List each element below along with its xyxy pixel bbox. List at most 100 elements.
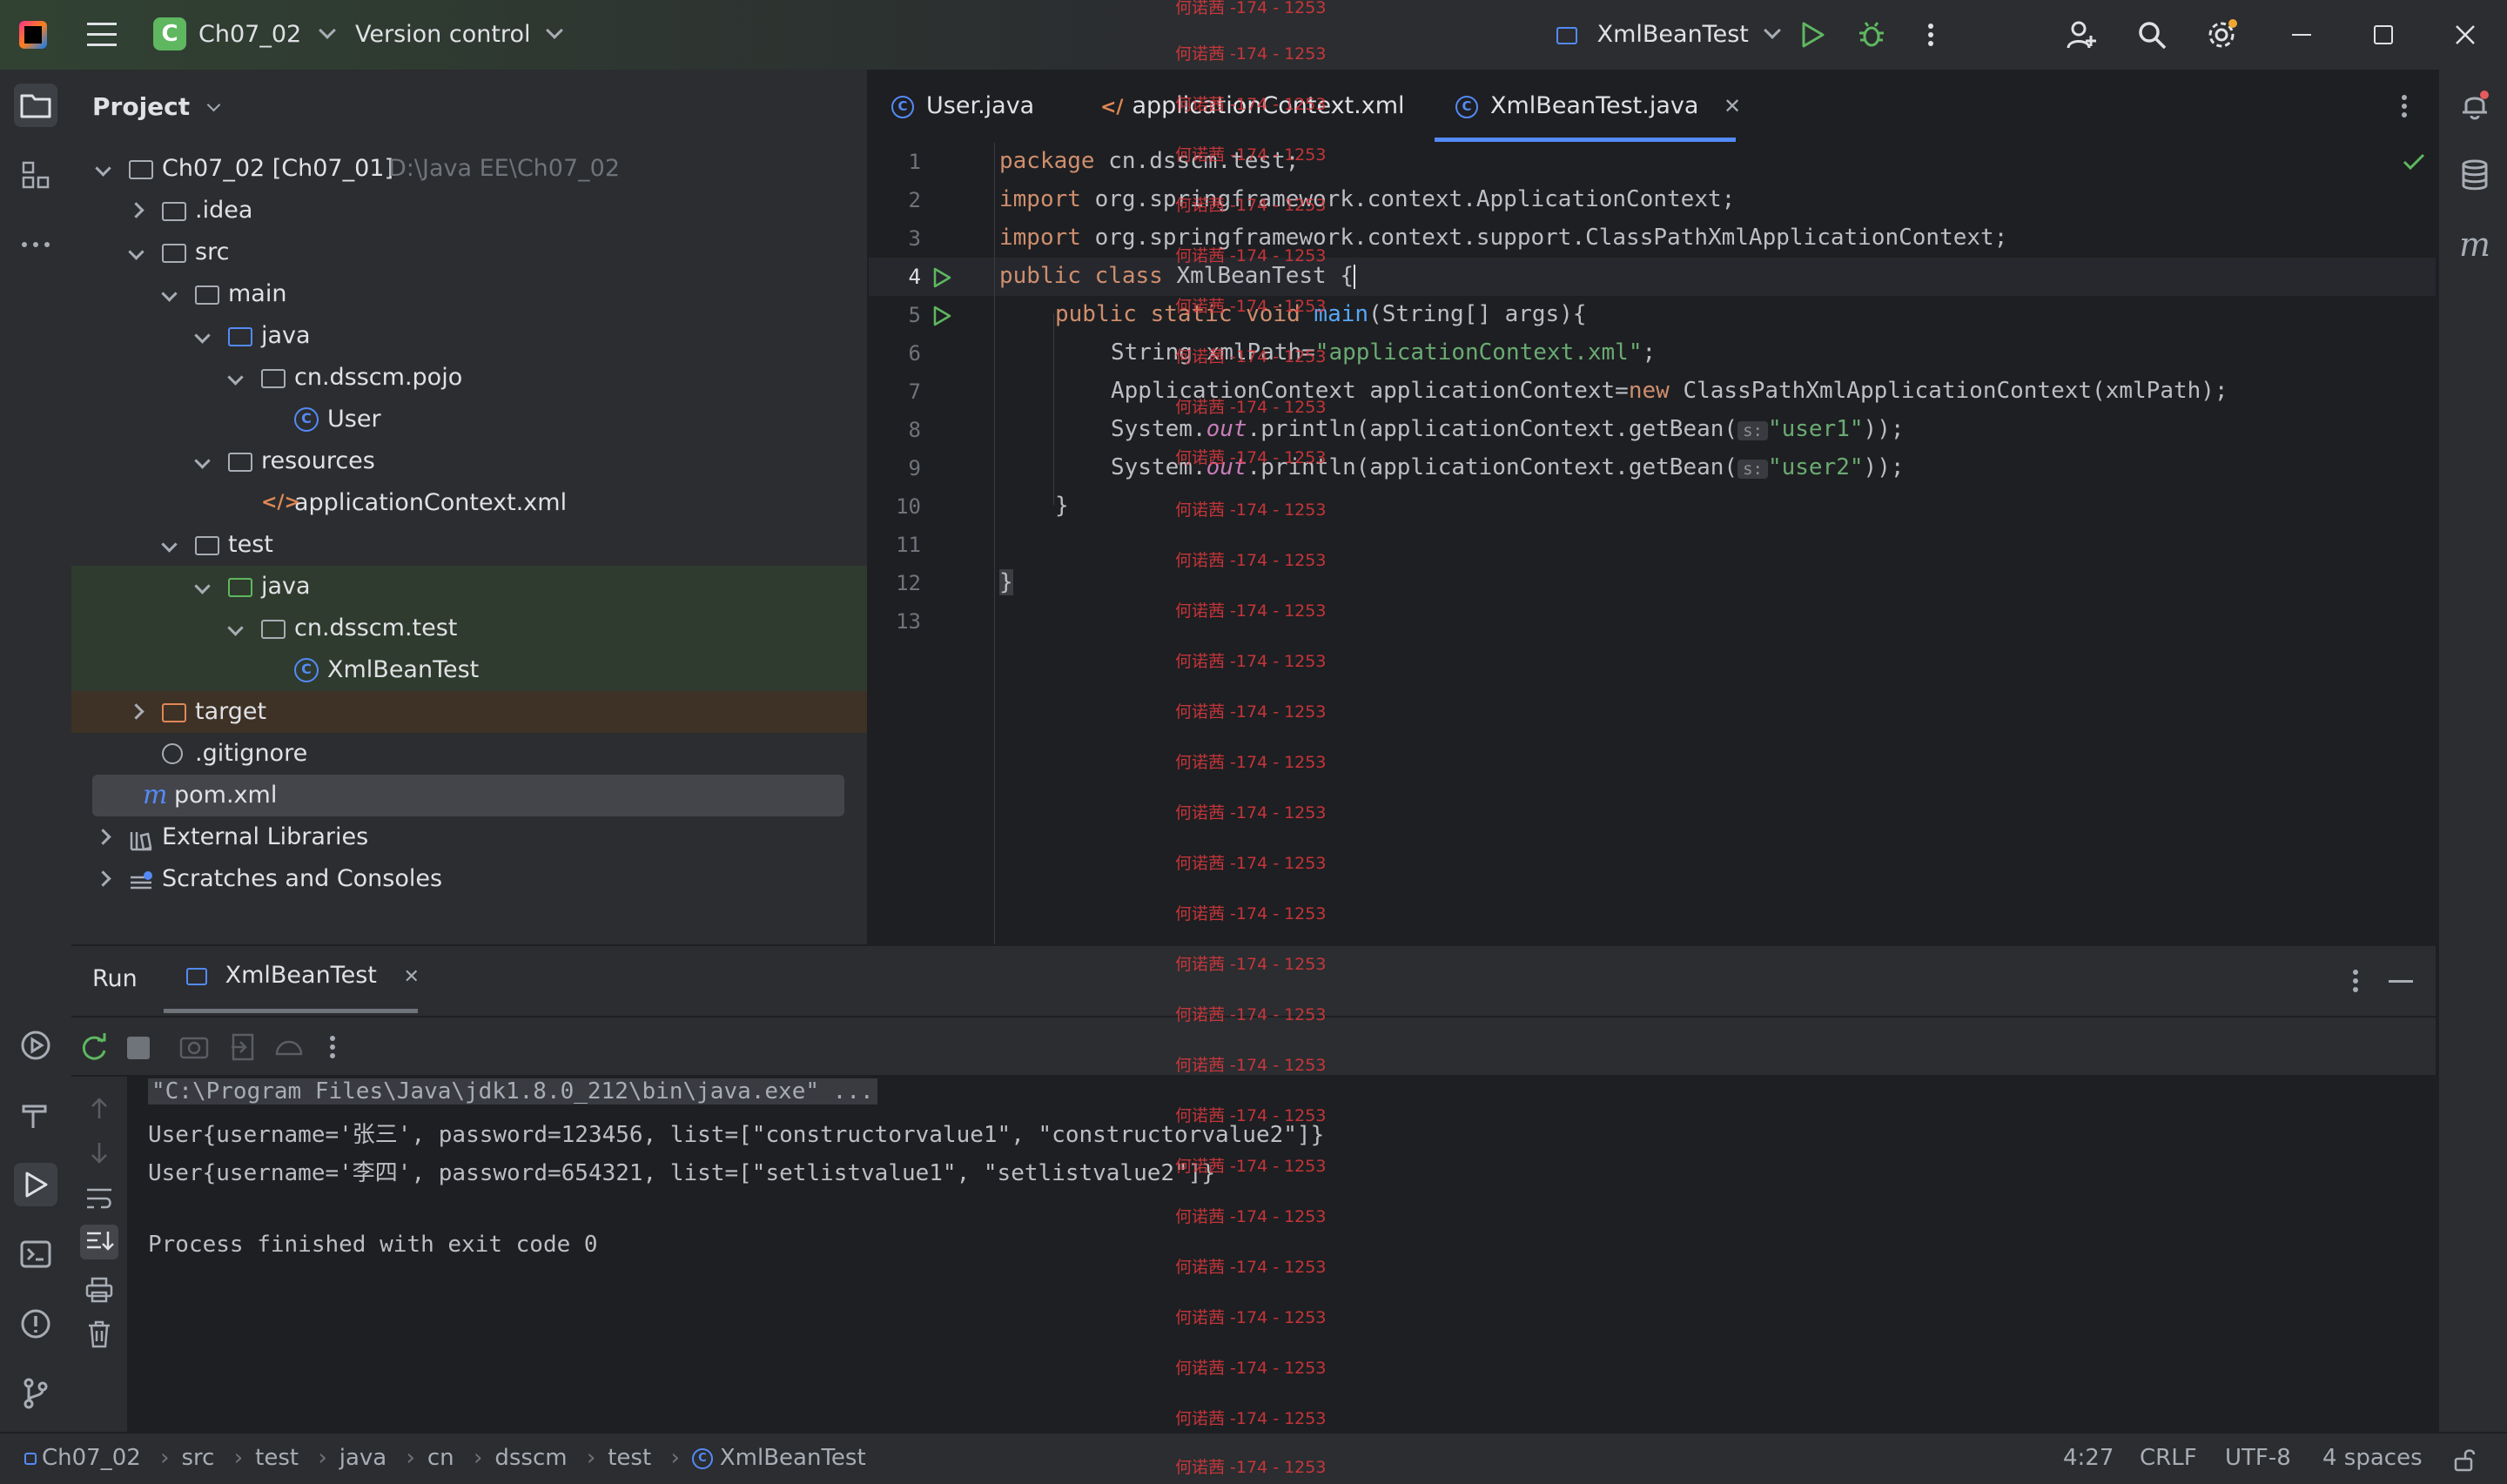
tree-item-external-libraries[interactable]: External Libraries	[71, 816, 867, 858]
watermark-text: 何诺茜 -174 - 1253	[1175, 702, 1327, 722]
stop-icon[interactable]	[127, 1037, 150, 1059]
more-actions-icon[interactable]	[1908, 12, 1953, 57]
vcs-dropdown[interactable]: Version control	[355, 0, 563, 70]
gutter-run-icon[interactable]	[931, 305, 952, 331]
settings-gear-icon[interactable]	[2199, 12, 2244, 57]
file-encoding[interactable]: UTF-8	[2225, 1434, 2291, 1482]
add-user-icon[interactable]	[2060, 12, 2105, 57]
run-tab-xmlbeantest[interactable]: XmlBeanTest ✕	[186, 962, 420, 989]
rerun-icon[interactable]	[78, 1031, 110, 1066]
chevron-down-icon[interactable]	[194, 327, 211, 344]
close-tab-icon[interactable]: ✕	[1724, 94, 1741, 118]
breadcrumb-item[interactable]: java	[339, 1445, 386, 1471]
run-config-dropdown[interactable]: XmlBeanTest	[1556, 0, 1782, 70]
minimize-window-icon[interactable]	[2279, 12, 2324, 57]
line-number: 8	[908, 418, 921, 442]
more-tools-icon[interactable]	[14, 223, 57, 266]
parameter-hint: s:	[1737, 460, 1768, 479]
breadcrumb-item[interactable]: cn	[427, 1445, 454, 1471]
database-tool-icon[interactable]	[2453, 153, 2497, 197]
tree-item-target[interactable]: target	[71, 691, 867, 733]
tree-item-test-java[interactable]: java	[71, 566, 867, 608]
breadcrumb-item[interactable]: test	[608, 1445, 651, 1471]
problems-tool-icon[interactable]	[14, 1302, 57, 1346]
line-separator[interactable]: CRLF	[2140, 1434, 2197, 1482]
tree-item-pom[interactable]: m pom.xml	[92, 775, 844, 816]
chevron-down-icon[interactable]	[227, 620, 244, 636]
close-tab-icon[interactable]: ✕	[403, 966, 419, 988]
tree-item-main-java[interactable]: java	[71, 315, 867, 357]
scroll-to-end-icon[interactable]	[80, 1225, 118, 1259]
text-cursor	[1354, 264, 1355, 289]
chevron-down-icon[interactable]	[161, 536, 178, 553]
services-tool-icon[interactable]	[14, 1024, 57, 1067]
terminal-tool-icon[interactable]	[14, 1232, 57, 1276]
tab-xmlbeantest-java[interactable]: C XmlBeanTest.java ✕	[1455, 70, 1741, 143]
build-tool-icon[interactable]	[14, 1093, 57, 1137]
chevron-down-icon[interactable]	[194, 453, 211, 469]
run-button[interactable]	[1790, 12, 1835, 57]
debug-button[interactable]	[1849, 12, 1894, 57]
tab-user-java[interactable]: C User.java	[891, 70, 1034, 143]
console-line: User{username='李四', password=654321, lis…	[148, 1160, 1215, 1186]
chevron-down-icon[interactable]	[161, 285, 178, 302]
chevron-right-icon[interactable]	[128, 202, 145, 218]
indent-setting[interactable]: 4 spaces	[2322, 1434, 2423, 1482]
tree-item-src[interactable]: src	[71, 232, 867, 273]
maven-tool-icon[interactable]: m	[2453, 223, 2497, 266]
run-panel-options-icon[interactable]	[2352, 969, 2359, 997]
tree-item-scratches[interactable]: Scratches and Consoles	[71, 858, 867, 900]
tree-item-test-package[interactable]: cn.dsscm.test	[71, 608, 867, 649]
lock-icon[interactable]	[2453, 1447, 2477, 1478]
app-logo-icon[interactable]	[19, 21, 47, 49]
notifications-bell-icon[interactable]	[2453, 84, 2497, 127]
tree-item-label: Ch07_02 [Ch07_01]	[162, 155, 394, 182]
tree-item-gitignore[interactable]: .gitignore	[71, 733, 867, 775]
gutter-run-icon[interactable]	[931, 266, 952, 292]
chevron-down-icon[interactable]	[95, 160, 111, 177]
caret-position[interactable]: 4:27	[2063, 1434, 2114, 1482]
chevron-down-icon[interactable]	[128, 244, 145, 260]
minimize-panel-icon[interactable]	[2389, 980, 2413, 983]
tree-item-idea[interactable]: .idea	[71, 190, 867, 232]
run-tool-icon[interactable]	[14, 1163, 57, 1206]
tab-options-icon[interactable]	[2401, 94, 2408, 122]
search-icon[interactable]	[2129, 12, 2174, 57]
tree-item-pojo-package[interactable]: cn.dsscm.pojo	[71, 357, 867, 399]
chevron-right-icon: ›	[473, 1445, 483, 1471]
class-icon: C	[1455, 95, 1478, 118]
more-run-actions-icon[interactable]	[329, 1035, 336, 1063]
chevron-right-icon[interactable]	[95, 870, 111, 887]
tree-item-resources[interactable]: resources	[71, 440, 867, 482]
breadcrumb-item[interactable]: src	[181, 1445, 214, 1471]
breadcrumb-item[interactable]: XmlBeanTest	[720, 1445, 866, 1471]
watermark-text: 何诺茜 -174 - 1253	[1175, 1458, 1327, 1477]
print-icon[interactable]	[85, 1277, 113, 1306]
tree-item-user-class[interactable]: C User	[71, 399, 867, 440]
tree-item-main[interactable]: main	[71, 273, 867, 315]
chevron-down-icon[interactable]	[227, 369, 244, 386]
close-window-icon[interactable]	[2443, 12, 2488, 57]
soft-wrap-icon[interactable]	[85, 1186, 113, 1214]
structure-tool-icon[interactable]	[14, 153, 57, 197]
main-menu-icon[interactable]	[87, 23, 117, 47]
trash-icon[interactable]	[87, 1320, 111, 1352]
chevron-right-icon[interactable]	[128, 703, 145, 720]
chevron-down-icon[interactable]	[194, 578, 211, 594]
tree-item-test[interactable]: test	[71, 524, 867, 566]
git-tool-icon[interactable]	[14, 1372, 57, 1415]
breadcrumb-item[interactable]: Ch07_02	[42, 1445, 141, 1471]
left-tool-stripe	[0, 70, 73, 1432]
restore-window-icon[interactable]	[2361, 12, 2406, 57]
project-tool-icon[interactable]	[14, 84, 57, 127]
library-icon	[129, 825, 153, 851]
tree-item-root[interactable]: Ch07_02 [Ch07_01] D:\Java EE\Ch07_02	[71, 148, 867, 190]
project-panel-title-dropdown[interactable]: Project	[92, 92, 221, 121]
breadcrumb-item[interactable]: test	[255, 1445, 299, 1471]
tree-item-xmlbeantest-class[interactable]: C XmlBeanTest	[71, 649, 867, 691]
project-name-dropdown[interactable]: Ch07_02	[198, 0, 336, 70]
breadcrumb-item[interactable]: dsscm	[494, 1445, 567, 1471]
tree-item-appcontext-xml[interactable]: </> applicationContext.xml	[71, 482, 867, 524]
code-editor[interactable]: 1 2 3 4 5 6 7 8 9 10 11 12 13 package cn…	[869, 143, 2436, 944]
chevron-right-icon[interactable]	[95, 829, 111, 845]
